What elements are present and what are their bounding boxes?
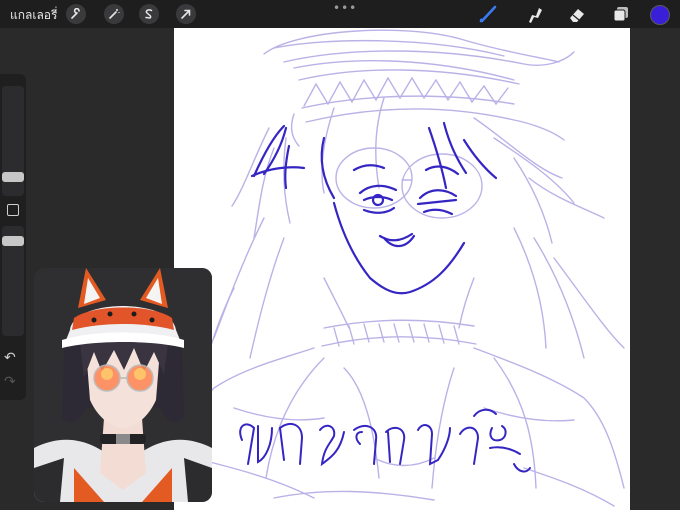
smudge-icon[interactable] [523,4,545,24]
selection-icon[interactable] [139,4,159,24]
reference-image-panel[interactable] [34,268,212,502]
drawing-canvas[interactable] [174,28,630,510]
brush-size-thumb[interactable] [2,172,24,182]
wrench-icon[interactable] [66,4,86,24]
color-picker[interactable] [650,5,670,25]
brush-icon[interactable] [478,4,500,24]
reference-character-image [34,268,212,502]
redo-icon[interactable]: ↷ [4,374,16,390]
top-toolbar: แกลเลอรี่ ••• [0,0,680,28]
left-sidebar: ↶ ↷ [0,74,26,400]
gallery-button[interactable]: แกลเลอรี่ [10,6,57,25]
magic-wand-icon[interactable] [104,4,124,24]
transform-arrow-icon[interactable] [176,4,196,24]
more-dots-icon[interactable]: ••• [333,1,357,15]
undo-icon[interactable]: ↶ [4,350,16,366]
opacity-thumb[interactable] [2,236,24,246]
layers-icon[interactable] [610,4,632,24]
eraser-icon[interactable] [566,4,588,24]
modify-button[interactable] [7,204,19,216]
sketch-artwork [177,29,625,507]
